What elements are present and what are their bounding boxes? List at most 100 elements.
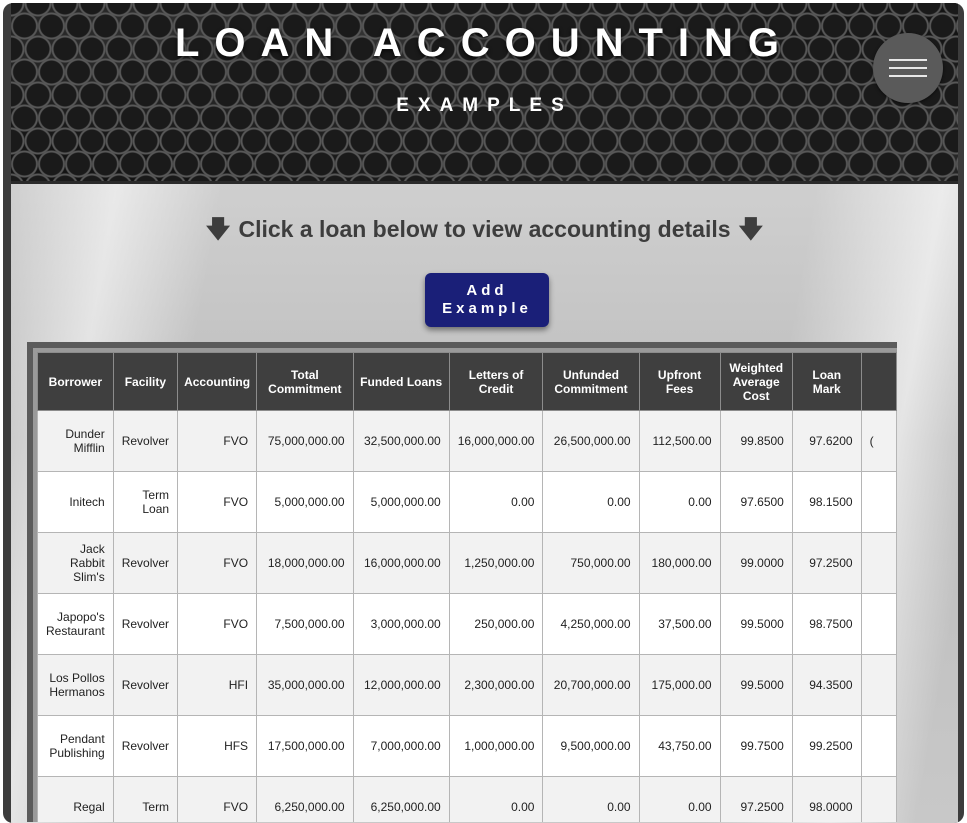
cell-overflow [860,776,897,822]
cell-total-commitment: 7,500,000.00 [256,593,354,655]
cell-letters-of-credit: 1,000,000.00 [448,715,544,777]
add-example-button[interactable]: Add Example [425,273,549,327]
cell-facility: Revolver [112,715,179,777]
cell-facility: Revolver [112,654,179,716]
cell-letters-of-credit: 16,000,000.00 [448,410,544,472]
table-row[interactable]: Regal Term FVO 6,250,000.00 6,250,000.00 0.00… [37,776,897,822]
instruction-heading: 🡇 Click a loan below to view accounting d… [11,212,958,253]
cell-facility: Revolver [112,593,179,655]
hamburger-menu-button[interactable] [873,33,943,103]
header-banner: LOAN ACCOUNTING EXAMPLES [11,3,958,184]
column-header-accounting: Accounting [177,352,258,411]
cell-total-commitment: 18,000,000.00 [256,532,354,594]
cell-accounting: FVO [177,593,258,655]
cell-funded-loans: 12,000,000.00 [352,654,450,716]
cell-loan-mark: 94.3500 [791,654,862,716]
cell-letters-of-credit: 2,300,000.00 [448,654,544,716]
page-title: LOAN ACCOUNTING [174,21,795,65]
cell-loan-mark: 98.7500 [791,593,862,655]
down-arrow-icon: 🡇 [738,216,764,243]
cell-total-commitment: 75,000,000.00 [256,410,354,472]
column-header-upfront-fees: Upfront Fees [638,352,721,411]
column-header-loan-mark: Loan Mark [791,352,862,411]
cell-borrower: Japopo's Restaurant [37,593,114,655]
instruction-text: Click a loan below to view accounting de… [238,216,731,242]
cell-overflow: ( [860,410,897,472]
cell-loan-mark: 99.2500 [791,715,862,777]
cell-accounting: FVO [177,532,258,594]
page-subtitle: EXAMPLES [396,95,573,116]
cell-accounting: HFS [177,715,258,777]
loans-table-container[interactable]: Borrower Facility Accounting Total Commi… [27,342,897,822]
cell-upfront-fees: 43,750.00 [638,715,721,777]
cell-loan-mark: 98.1500 [791,471,862,533]
cell-upfront-fees: 37,500.00 [638,593,721,655]
cell-funded-loans: 3,000,000.00 [352,593,450,655]
cell-upfront-fees: 175,000.00 [638,654,721,716]
table-row[interactable]: Dunder Mifflin Revolver FVO 75,000,000.00 32… [37,410,897,472]
add-example-label-line2: Example [442,300,532,317]
table-row[interactable]: Los Pollos Hermanos Revolver HFI 35,000,000… [37,654,897,716]
table-header-row: Borrower Facility Accounting Total Commi… [37,352,897,411]
column-header-weighted-average-cost: Weighted Average Cost [719,352,793,411]
cell-letters-of-credit: 1,250,000.00 [448,532,544,594]
cell-overflow [860,654,897,716]
table-row[interactable]: Initech Term Loan FVO 5,000,000.00 5,000,000… [37,471,897,533]
cell-loan-mark: 97.2500 [791,532,862,594]
cell-unfunded-commitment: 0.00 [542,471,640,533]
column-header-overflow [860,352,897,411]
cell-weighted-average-cost: 97.6500 [719,471,793,533]
cell-funded-loans: 5,000,000.00 [352,471,450,533]
cell-unfunded-commitment: 4,250,000.00 [542,593,640,655]
table-row[interactable]: Jack Rabbit Slim's Revolver FVO 18,000,000.… [37,532,897,594]
cell-weighted-average-cost: 99.0000 [719,532,793,594]
cell-borrower: Regal [37,776,114,822]
cell-borrower: Jack Rabbit Slim's [37,532,114,594]
cell-letters-of-credit: 250,000.00 [448,593,544,655]
cell-accounting: FVO [177,776,258,822]
down-arrow-icon: 🡇 [205,216,231,243]
cell-borrower: Pendant Publishing [37,715,114,777]
cell-total-commitment: 35,000,000.00 [256,654,354,716]
cell-letters-of-credit: 0.00 [448,776,544,822]
main-content: 🡇 Click a loan below to view accounting d… [11,184,958,823]
column-header-letters-of-credit: Letters of Credit [448,352,544,411]
cell-funded-loans: 6,250,000.00 [352,776,450,822]
cell-total-commitment: 5,000,000.00 [256,471,354,533]
cell-facility: Revolver [112,410,179,472]
loans-table-body: Dunder Mifflin Revolver FVO 75,000,000.00 32… [37,410,897,822]
cell-upfront-fees: 0.00 [638,471,721,533]
cell-accounting: HFI [177,654,258,716]
cell-borrower: Los Pollos Hermanos [37,654,114,716]
hamburger-menu-icon [889,75,927,77]
column-header-facility: Facility [112,352,179,411]
table-row[interactable]: Japopo's Restaurant Revolver FVO 7,500,000.… [37,593,897,655]
cell-weighted-average-cost: 99.7500 [719,715,793,777]
cell-funded-loans: 32,500,000.00 [352,410,450,472]
cell-borrower: Initech [37,471,114,533]
cell-unfunded-commitment: 26,500,000.00 [542,410,640,472]
cell-accounting: FVO [177,410,258,472]
cell-accounting: FVO [177,471,258,533]
cell-loan-mark: 98.0000 [791,776,862,822]
cell-unfunded-commitment: 750,000.00 [542,532,640,594]
cell-upfront-fees: 180,000.00 [638,532,721,594]
cell-total-commitment: 6,250,000.00 [256,776,354,822]
cell-letters-of-credit: 0.00 [448,471,544,533]
cell-facility: Revolver [112,532,179,594]
cell-facility: Term [112,776,179,822]
cell-facility: Term Loan [112,471,179,533]
cell-borrower: Dunder Mifflin [37,410,114,472]
cell-weighted-average-cost: 97.2500 [719,776,793,822]
cell-upfront-fees: 112,500.00 [638,410,721,472]
table-row[interactable]: Pendant Publishing Revolver HFS 17,500,000.… [37,715,897,777]
cell-unfunded-commitment: 0.00 [542,776,640,822]
cell-weighted-average-cost: 99.5000 [719,593,793,655]
cell-overflow [860,471,897,533]
hamburger-menu-icon [889,59,927,61]
cell-weighted-average-cost: 99.5000 [719,654,793,716]
cell-unfunded-commitment: 9,500,000.00 [542,715,640,777]
cell-upfront-fees: 0.00 [638,776,721,822]
cell-overflow [860,532,897,594]
hamburger-menu-icon [889,67,927,69]
